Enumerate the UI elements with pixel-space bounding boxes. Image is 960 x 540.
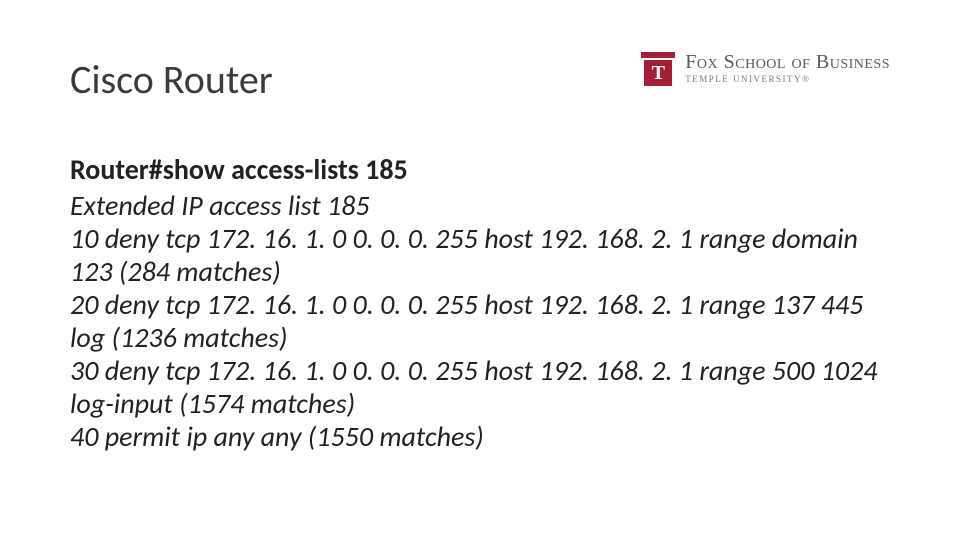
logo-text: Fox School of Business TEMPLE UNIVERSITY… — [685, 52, 890, 84]
school-logo: T Fox School of Business TEMPLE UNIVERSI… — [641, 52, 890, 86]
slide: T Fox School of Business TEMPLE UNIVERSI… — [0, 0, 960, 540]
acl-entry: 40 permit ip any any (1550 matches) — [70, 420, 890, 453]
acl-entry: 20 deny tcp 172. 16. 1. 0 0. 0. 0. 255 h… — [70, 288, 890, 354]
acl-header: Extended IP access list 185 — [70, 189, 890, 222]
logo-main-text: Fox School of Business — [685, 52, 890, 72]
cli-command: Router#show access-lists 185 — [70, 152, 890, 187]
temple-t-icon: T — [641, 52, 675, 86]
logo-sub-text: TEMPLE UNIVERSITY® — [685, 75, 890, 84]
cli-output: Extended IP access list 185 10 deny tcp … — [70, 189, 890, 453]
acl-entry: 10 deny tcp 172. 16. 1. 0 0. 0. 0. 255 h… — [70, 222, 890, 288]
acl-entry: 30 deny tcp 172. 16. 1. 0 0. 0. 0. 255 h… — [70, 354, 890, 420]
